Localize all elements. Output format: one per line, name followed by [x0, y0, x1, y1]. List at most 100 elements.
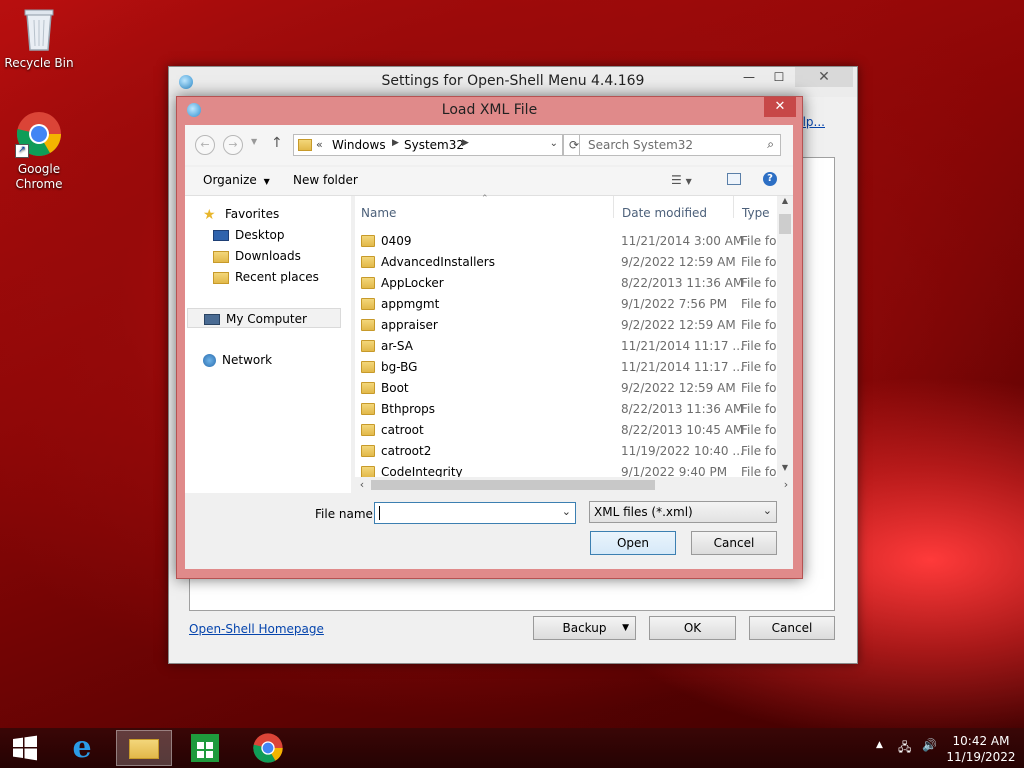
file-row-name: catroot2: [381, 444, 432, 458]
up-arrow-icon[interactable]: ↑: [271, 135, 283, 151]
horizontal-scrollbar[interactable]: ‹ ›: [355, 477, 793, 493]
scroll-thumb[interactable]: [779, 214, 791, 234]
file-row[interactable]: Boot 9/2/2022 12:59 AM File fol: [361, 378, 779, 399]
file-row[interactable]: 0409 11/21/2014 3:00 AM File fol: [361, 231, 779, 252]
column-header-type[interactable]: Type: [742, 206, 770, 220]
view-options-icon[interactable]: ☰ ▼: [671, 173, 692, 187]
chevron-down-icon[interactable]: ⌄: [550, 138, 558, 149]
close-button[interactable]: ✕: [795, 67, 853, 87]
recent-places-icon: [213, 271, 229, 284]
file-row[interactable]: Bthprops 8/22/2013 11:36 AM File fol: [361, 399, 779, 420]
file-row[interactable]: AdvancedInstallers 9/2/2022 12:59 AM File …: [361, 252, 779, 273]
nav-item-recent-places[interactable]: Recent places: [213, 267, 319, 287]
clock-date: 11/19/2022: [946, 750, 1016, 764]
file-row[interactable]: appmgmt 9/1/2022 7:56 PM File fol: [361, 294, 779, 315]
dialog-cancel-button[interactable]: Cancel: [691, 531, 777, 555]
file-list: ⌃ Name Date modified Type 0409 11/21/2014…: [355, 194, 793, 493]
preview-pane-icon[interactable]: [727, 173, 741, 185]
back-button[interactable]: ←: [195, 135, 215, 155]
dialog-title-bar[interactable]: Load XML File ✕: [177, 97, 802, 123]
file-row-type: File fol: [741, 381, 777, 395]
file-row[interactable]: catroot2 11/19/2022 10:40 ... File fol: [361, 441, 779, 462]
chevron-down-icon: ▼: [622, 623, 629, 633]
nav-item-favorites[interactable]: ★ Favorites: [203, 204, 279, 224]
desktop-icon-recycle-bin[interactable]: Recycle Bin: [1, 6, 77, 71]
file-row[interactable]: appraiser 9/2/2022 12:59 AM File fol: [361, 315, 779, 336]
breadcrumb-separator-icon: ▶: [392, 138, 399, 148]
sort-arrow-icon: ⌃: [481, 194, 489, 204]
cancel-button[interactable]: Cancel: [749, 616, 835, 640]
desktop-icon-google-chrome[interactable]: ↗ Google Chrome: [1, 110, 77, 192]
scroll-up-icon[interactable]: ▲: [777, 196, 793, 210]
homepage-link[interactable]: Open-Shell Homepage: [189, 622, 324, 636]
ok-button[interactable]: OK: [649, 616, 736, 640]
vertical-scrollbar[interactable]: ▲ ▼: [777, 196, 793, 477]
file-row-date: 8/22/2013 10:45 AM: [621, 423, 744, 437]
file-row-name: appraiser: [381, 318, 438, 332]
dialog-title: Load XML File: [441, 102, 538, 118]
minimize-button[interactable]: —: [735, 67, 763, 87]
breadcrumb-separator-icon: ▶: [462, 138, 469, 148]
load-xml-dialog: Load XML File ✕ ← → ▼ ↑ « Windows ▶ Syst…: [176, 96, 803, 579]
breadcrumb-windows[interactable]: Windows: [332, 138, 386, 152]
dialog-close-button[interactable]: ✕: [764, 97, 796, 117]
column-header-date[interactable]: Date modified: [622, 206, 707, 220]
backup-button[interactable]: Backup ▼: [533, 616, 636, 640]
new-folder-button[interactable]: New folder: [293, 173, 358, 187]
chevron-down-icon[interactable]: ▼: [251, 137, 257, 146]
column-divider: [613, 196, 614, 218]
file-row-type: File fol: [741, 276, 777, 290]
file-row[interactable]: catroot 8/22/2013 10:45 AM File fol: [361, 420, 779, 441]
address-bar[interactable]: « Windows ▶ System32 ▶ ⌄: [293, 134, 563, 156]
recycle-bin-icon: [21, 6, 57, 52]
file-row-date: 9/2/2022 12:59 AM: [621, 318, 736, 332]
windows-logo-icon: [13, 735, 37, 761]
file-row[interactable]: ar-SA 11/21/2014 11:17 ... File fol: [361, 336, 779, 357]
scroll-thumb[interactable]: [371, 480, 655, 490]
search-input[interactable]: Search System32 ⌕: [579, 134, 781, 156]
store-button[interactable]: [178, 730, 234, 766]
scroll-left-icon[interactable]: ‹: [355, 477, 369, 493]
nav-label: Recent places: [235, 270, 319, 284]
file-row[interactable]: AppLocker 8/22/2013 11:36 AM File fol: [361, 273, 779, 294]
folder-icon: [361, 445, 375, 457]
network-tray-icon[interactable]: 🖧: [898, 738, 911, 759]
help-icon[interactable]: ?: [763, 172, 777, 186]
file-name-label: File name:: [315, 507, 377, 521]
scroll-down-icon[interactable]: ▼: [777, 463, 793, 477]
file-row-date: 9/1/2022 7:56 PM: [621, 297, 728, 311]
breadcrumb-root[interactable]: «: [316, 138, 323, 151]
volume-icon[interactable]: 🔊: [922, 738, 937, 752]
file-row[interactable]: bg-BG 11/21/2014 11:17 ... File fol: [361, 357, 779, 378]
show-hidden-icons-button[interactable]: ▲: [876, 740, 883, 750]
chrome-icon: ↗: [15, 110, 63, 158]
file-name-input[interactable]: ⌄: [374, 502, 576, 524]
file-type-select[interactable]: XML files (*.xml) ⌄: [589, 501, 777, 523]
forward-button[interactable]: →: [223, 135, 243, 155]
file-row-type: File fol: [741, 255, 777, 269]
dialog-toolbar: Organize ▼ New folder ☰ ▼ ?: [185, 167, 793, 196]
breadcrumb-system32[interactable]: System32: [404, 138, 464, 152]
clock[interactable]: 10:42 AM 11/19/2022: [946, 733, 1016, 765]
start-button[interactable]: [6, 732, 44, 764]
chevron-down-icon[interactable]: ⌄: [562, 505, 571, 518]
file-explorer-icon: [129, 739, 159, 759]
nav-item-network[interactable]: Network: [203, 350, 272, 370]
dialog-body: ← → ▼ ↑ « Windows ▶ System32 ▶ ⌄ ⟳ Searc…: [185, 125, 793, 569]
scroll-right-icon[interactable]: ›: [779, 477, 793, 493]
organize-button[interactable]: Organize ▼: [203, 173, 270, 187]
column-header-name[interactable]: Name: [361, 206, 396, 220]
folder-icon: [361, 319, 375, 331]
maximize-button[interactable]: ☐: [765, 67, 793, 87]
nav-item-downloads[interactable]: Downloads: [213, 246, 301, 266]
nav-item-my-computer[interactable]: My Computer: [187, 308, 341, 328]
folder-icon: [361, 256, 375, 268]
settings-title-bar[interactable]: Settings for Open-Shell Menu 4.4.169 — ☐…: [169, 67, 857, 97]
file-row-type: File fol: [741, 297, 777, 311]
file-explorer-button[interactable]: [116, 730, 172, 766]
chrome-icon: [253, 733, 283, 763]
open-button[interactable]: Open: [590, 531, 676, 555]
internet-explorer-button[interactable]: e: [54, 730, 110, 766]
nav-item-desktop[interactable]: Desktop: [213, 225, 285, 245]
chrome-taskbar-button[interactable]: [240, 730, 296, 766]
